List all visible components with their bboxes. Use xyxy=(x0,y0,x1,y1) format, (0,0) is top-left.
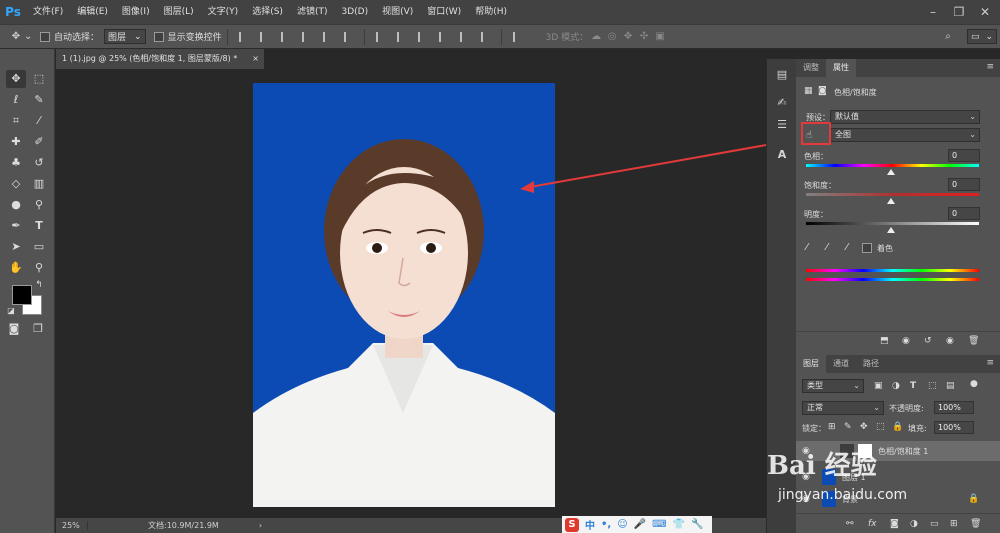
layer-filter-value: 类型 xyxy=(807,381,823,390)
layer-filter-dropdown[interactable]: 类型 ⌄ xyxy=(802,379,864,393)
channel-dropdown[interactable]: 全图 ⌄ xyxy=(830,128,980,142)
chevron-right-icon[interactable]: › xyxy=(259,521,262,530)
new-layer-icon[interactable]: ⊞ xyxy=(950,519,958,529)
eyedropper-plus-icon[interactable]: ⁄ xyxy=(826,242,828,253)
new-adjustment-icon[interactable]: ◑ xyxy=(910,519,918,529)
reset-icon[interactable]: ↺ xyxy=(924,336,932,346)
layer-mask-icon: ◙ xyxy=(818,86,827,96)
lock-icon: 🔒 xyxy=(968,494,980,504)
opacity-input[interactable]: 100% xyxy=(934,401,974,414)
document-info: 文档:10.9M/21.9M xyxy=(148,521,219,530)
saturation-slider-thumb[interactable] xyxy=(887,198,895,204)
lightness-slider-track[interactable] xyxy=(806,222,979,225)
visibility-icon[interactable]: ◉ xyxy=(946,336,954,346)
add-mask-icon[interactable]: ◙ xyxy=(890,519,899,529)
ime-voice-icon[interactable]: 🎤 xyxy=(634,519,646,530)
properties-title: 色相/饱和度 xyxy=(834,88,877,97)
watermark-url: jingyan.baidu.com xyxy=(778,487,908,503)
character-panel-icon[interactable]: A xyxy=(774,147,790,163)
fill-input[interactable]: 100% xyxy=(934,421,974,434)
link-layers-icon[interactable]: ⚯ xyxy=(846,519,854,529)
highlight-box xyxy=(801,122,831,145)
lightness-slider-thumb[interactable] xyxy=(887,227,895,233)
ime-skin-icon[interactable]: 👕 xyxy=(673,519,685,530)
ime-mode[interactable]: 中 xyxy=(585,517,595,532)
filter-pixel-icon[interactable]: ▣ xyxy=(874,381,883,391)
hue-sat-layer-icon: ▦ xyxy=(804,86,813,96)
ime-toolbar: S 中 •, ☺ 🎤 ⌨ 👕 🔧 xyxy=(562,516,712,533)
panel-menu-icon[interactable]: ≡ xyxy=(986,62,994,72)
tab-properties[interactable]: 属性 xyxy=(826,59,856,77)
tab-channels[interactable]: 通道 xyxy=(826,355,856,373)
watermark: Bai 经验 jingyan.baidu.com xyxy=(745,445,960,515)
layers-tabs: 图层 通道 路径 ≡ xyxy=(796,355,1000,373)
opacity-label: 不透明度: xyxy=(889,404,924,413)
colorize-label: 着色 xyxy=(877,244,893,253)
adjustments-icon[interactable]: ☰ xyxy=(774,117,790,133)
lock-all-icon[interactable]: 🔒 xyxy=(892,422,903,432)
blend-mode-value: 正常 xyxy=(807,403,823,412)
properties-footer: ⬒ ◉ ↺ ◉ 🗑 xyxy=(796,331,1000,351)
colorize-checkbox[interactable] xyxy=(862,243,872,253)
delete-layer-icon[interactable]: 🗑 xyxy=(970,519,981,529)
filter-smart-icon[interactable]: ▤ xyxy=(946,381,955,391)
tab-layers[interactable]: 图层 xyxy=(796,355,826,373)
hue-input[interactable]: 0 xyxy=(948,149,980,162)
saturation-input[interactable]: 0 xyxy=(948,178,980,191)
panel-menu-icon[interactable]: ≡ xyxy=(986,358,994,368)
delete-icon[interactable]: 🗑 xyxy=(968,336,979,346)
zoom-level[interactable]: 25% xyxy=(56,521,88,530)
tab-paths[interactable]: 路径 xyxy=(856,355,886,373)
hue-slider-thumb[interactable] xyxy=(887,169,895,175)
preset-dropdown[interactable]: 默认值 ⌄ xyxy=(830,110,980,124)
watermark-brand: Bai 经验 xyxy=(767,451,877,481)
input-color-bar xyxy=(806,269,979,272)
hue-label: 色相： xyxy=(804,152,828,161)
fill-label: 填充: xyxy=(908,424,927,433)
history-panel-icon[interactable]: ▤ xyxy=(774,67,790,83)
ime-keyboard-icon[interactable]: ⌨ xyxy=(652,519,666,530)
filter-toggle-icon[interactable]: ● xyxy=(970,379,978,389)
lock-pixels-icon[interactable]: ✎ xyxy=(844,422,852,432)
hue-slider-track[interactable] xyxy=(806,164,979,167)
tab-adjustments[interactable]: 调整 xyxy=(796,59,826,77)
ime-emoji-icon[interactable]: ☺ xyxy=(617,519,627,530)
chevron-down-icon: ⌄ xyxy=(853,381,860,390)
properties-tabs: 调整 属性 ≡ xyxy=(796,59,1000,77)
saturation-slider-track[interactable] xyxy=(806,193,979,196)
ime-punctuation-icon[interactable]: •, xyxy=(601,519,611,530)
output-color-bar xyxy=(806,278,979,281)
preset-value: 默认值 xyxy=(835,112,859,121)
lightness-input[interactable]: 0 xyxy=(948,207,980,220)
brush-preset-icon[interactable]: ✍ xyxy=(774,95,790,111)
new-group-icon[interactable]: ▭ xyxy=(930,519,939,529)
ime-logo[interactable]: S xyxy=(565,517,579,532)
chevron-down-icon: ⌄ xyxy=(969,112,976,121)
chevron-down-icon: ⌄ xyxy=(969,130,976,139)
view-previous-icon[interactable]: ◉ xyxy=(902,336,910,346)
saturation-label: 饱和度： xyxy=(804,181,836,190)
eyedropper-icon[interactable]: ⁄ xyxy=(806,242,808,253)
blend-mode-dropdown[interactable]: 正常 ⌄ xyxy=(802,401,884,415)
filter-type-icon[interactable]: T xyxy=(910,381,916,391)
eyedropper-minus-icon[interactable]: ⁄ xyxy=(846,242,848,253)
layer-style-icon[interactable]: fx xyxy=(868,519,877,529)
filter-shape-icon[interactable]: ⬚ xyxy=(928,381,937,391)
lock-transparent-icon[interactable]: ⊞ xyxy=(828,422,836,432)
chevron-down-icon: ⌄ xyxy=(873,403,880,412)
ime-tools-icon[interactable]: 🔧 xyxy=(691,519,703,530)
lightness-label: 明度： xyxy=(804,210,828,219)
channel-value: 全图 xyxy=(835,130,851,139)
filter-adjustment-icon[interactable]: ◑ xyxy=(892,381,900,391)
lock-position-icon[interactable]: ✥ xyxy=(860,422,868,432)
clip-to-layer-icon[interactable]: ⬒ xyxy=(880,336,889,346)
lock-artboard-icon[interactable]: ⬚ xyxy=(876,422,885,432)
layers-footer: ⚯ fx ◙ ◑ ▭ ⊞ 🗑 xyxy=(796,513,1000,533)
lock-label: 锁定： xyxy=(802,424,826,433)
